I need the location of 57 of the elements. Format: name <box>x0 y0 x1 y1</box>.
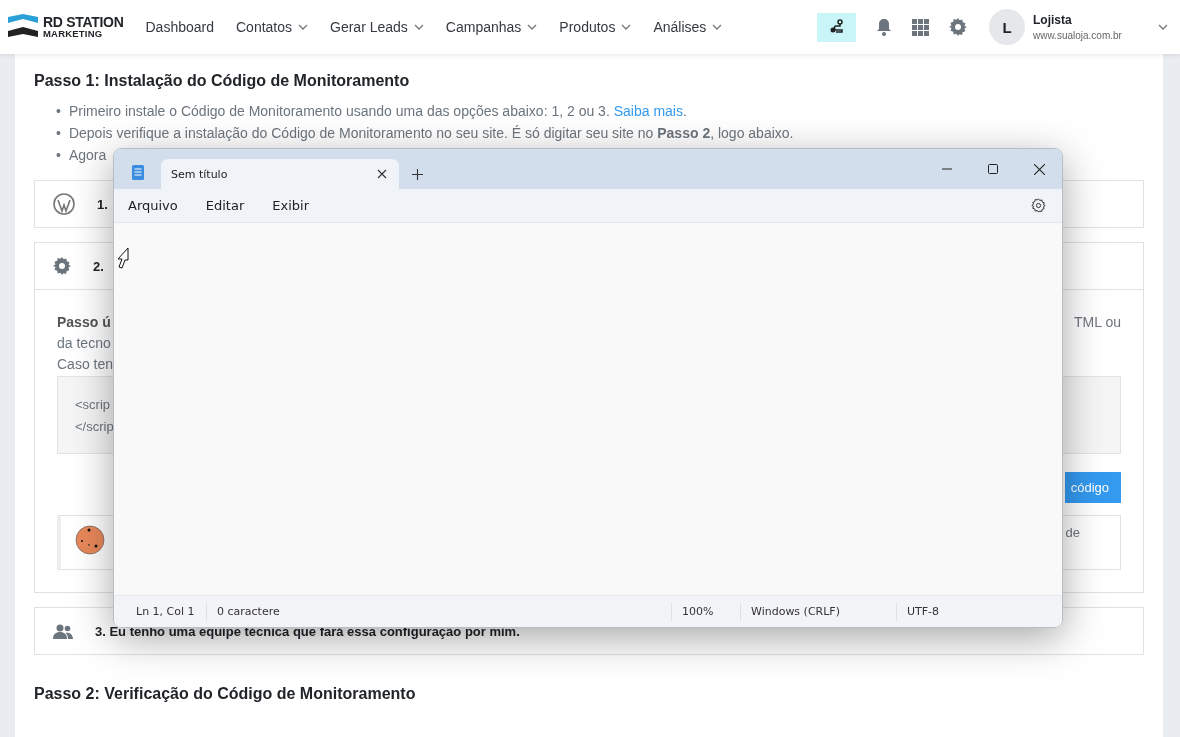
option-title: 3. Eu tenho uma equipe técnica que fará essa configuração por mim. <box>95 623 520 639</box>
route-icon <box>828 19 845 35</box>
user-site: www.sualoja.com.br <box>1033 30 1123 41</box>
close-icon[interactable] <box>377 169 387 179</box>
code-line: <scrip <box>75 396 112 414</box>
menu-item[interactable]: Editar <box>205 194 259 217</box>
mouse-pointer-icon <box>117 247 129 269</box>
logo-text: RD STATION <box>43 15 124 30</box>
status-text: 0 caractere <box>206 602 671 621</box>
user-name: Lojista <box>1033 13 1073 27</box>
user-avatar[interactable]: L <box>989 9 1025 45</box>
tab-title: Sem título <box>171 167 228 181</box>
notepad-icon <box>131 164 145 181</box>
maximize-icon[interactable] <box>988 164 998 174</box>
status-text: UTF-8 <box>896 602 997 621</box>
bell-icon[interactable] <box>876 18 892 36</box>
gear-icon <box>53 257 71 275</box>
list-bullet: • <box>56 146 61 165</box>
logo-subtitle: MARKETING <box>43 29 104 39</box>
cookie-icon <box>75 525 105 555</box>
nav-menu-item[interactable]: Gerar Leads <box>330 19 424 35</box>
plus-icon[interactable] <box>411 168 423 180</box>
users-icon <box>53 623 73 639</box>
settings-icon[interactable] <box>949 18 967 36</box>
status-text: Ln 1, Col 1 <box>135 604 196 620</box>
option-title: 1. <box>97 196 108 212</box>
code-line: </scrip <box>75 418 115 436</box>
step-title: Passo 2: Verificação do Código de Monitoramento <box>34 685 417 703</box>
status-text: Windows (CRLF) <box>740 602 896 621</box>
paragraph-text: TML ou <box>1074 313 1121 332</box>
menu-item[interactable]: Exibir <box>272 194 323 217</box>
list-bullet: • <box>56 102 61 121</box>
close-icon[interactable] <box>1033 163 1045 175</box>
logo-icon <box>8 14 38 40</box>
instruction-text: Primeiro instale o Código de Monitoramento usando uma das opções abaixo: 1, 2 ou 3. Saiba mais. <box>68 102 687 121</box>
wordpress-icon <box>53 193 75 215</box>
apps-grid-icon[interactable] <box>912 18 929 36</box>
nav-menu-item[interactable]: Campanhas <box>445 19 538 35</box>
list-bullet: • <box>56 124 61 143</box>
nav-menu-item[interactable]: Contatos <box>236 19 309 35</box>
paragraph-text: Caso ten <box>57 355 114 374</box>
paragraph-text: Passo ú <box>57 313 111 332</box>
instruction-text: Depois verifique a instalação do Código de Monitoramento no seu site. É só digitar seu site no Passo 2, logo abaixo. <box>68 124 794 143</box>
step-title: Passo 1: Instalação do Código de Monitoramento <box>34 72 411 90</box>
note-text: de <box>1065 525 1080 540</box>
menu-item[interactable]: Arquivo <box>128 194 192 217</box>
document-tab[interactable]: Sem título <box>161 159 399 189</box>
nav-menu-item[interactable]: Dashboard <box>145 19 214 35</box>
instruction-text: Agora <box>68 146 107 165</box>
nav-menu-item[interactable]: Produtos <box>559 19 632 35</box>
option-title: 2. <box>93 258 104 274</box>
route-icon-button[interactable] <box>817 12 856 42</box>
chevron-down-icon <box>1158 24 1168 30</box>
settings-icon[interactable] <box>1031 198 1046 213</box>
status-text: 100% <box>671 602 740 621</box>
paragraph-text: da tecno <box>57 334 111 353</box>
nav-menu-item[interactable]: Análises <box>653 19 723 35</box>
